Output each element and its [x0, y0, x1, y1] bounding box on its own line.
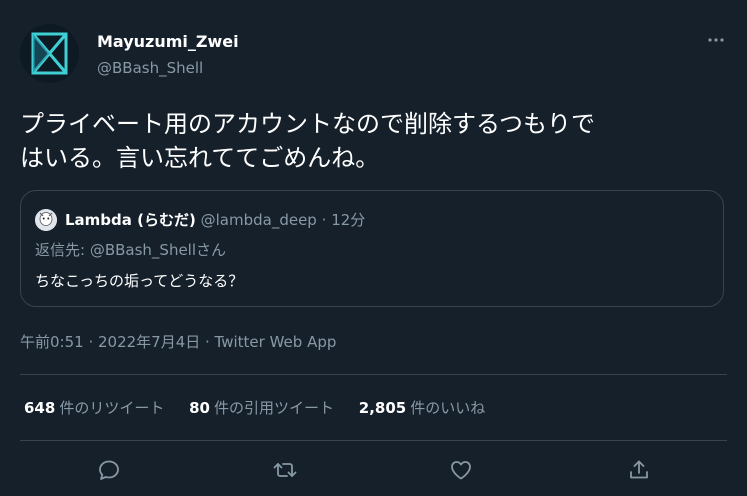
user-avatar-icon: [35, 209, 57, 231]
retweet-icon[interactable]: [270, 455, 300, 485]
divider: [20, 374, 727, 375]
tweet-text: プライベート用のアカウントなので削除するつもりで はいる。言い忘れててごめんね。: [20, 107, 720, 175]
likes-label: 件のいいね: [410, 399, 486, 417]
retweets-label: 件のリツイート: [59, 399, 165, 417]
quote-author-name[interactable]: Lambda (らむだ): [65, 211, 196, 229]
quoted-tweet[interactable]: Lambda (らむだ) @lambda_deep · 12分 返信先: @BB…: [20, 190, 724, 307]
tweet-timestamp[interactable]: 午前0:51 · 2022年7月4日 · Twitter Web App: [20, 331, 336, 353]
quote-author-handle[interactable]: @lambda_deep: [201, 211, 317, 229]
retweets-count: 648: [24, 399, 56, 417]
quotes-count: 80: [189, 399, 210, 417]
quotes-stat[interactable]: 80 件の引用ツイート: [189, 398, 334, 418]
quote-text: ちなこっちの垢ってどうなる？: [35, 272, 244, 290]
tweet-stats: 648 件のリツイート 80 件の引用ツイート 2,805 件のいいね: [24, 398, 505, 418]
reply-icon[interactable]: [94, 455, 124, 485]
tweet-text-line: はいる。言い忘れててごめんね。: [20, 144, 380, 172]
likes-count: 2,805: [358, 399, 407, 417]
author-display-name[interactable]: Mayuzumi_Zwei: [97, 32, 239, 52]
hexagon-logo-icon: [20, 24, 79, 83]
more-icon[interactable]: [702, 30, 730, 50]
quote-time[interactable]: 12分: [331, 211, 365, 229]
tweet-text-line: プライベート用のアカウントなので削除するつもりで: [20, 110, 596, 138]
reply-handle-link[interactable]: @BBash_Shell: [90, 241, 196, 259]
reply-suffix: さん: [196, 241, 227, 259]
quote-avatar: [35, 209, 57, 231]
quote-header: Lambda (らむだ) @lambda_deep · 12分: [65, 210, 365, 230]
share-icon[interactable]: [624, 455, 654, 485]
quote-separator: ·: [321, 211, 327, 229]
retweets-stat[interactable]: 648 件のリツイート: [24, 398, 164, 418]
like-icon[interactable]: [446, 455, 476, 485]
quote-reply-context: 返信先: @BBash_Shellさん: [35, 240, 226, 260]
author-handle[interactable]: @BBash_Shell: [97, 58, 203, 78]
avatar[interactable]: [20, 24, 79, 83]
quotes-label: 件の引用ツイート: [213, 399, 334, 417]
likes-stat[interactable]: 2,805 件のいいね: [359, 398, 485, 418]
reply-prefix: 返信先:: [35, 241, 90, 259]
divider: [20, 440, 727, 441]
